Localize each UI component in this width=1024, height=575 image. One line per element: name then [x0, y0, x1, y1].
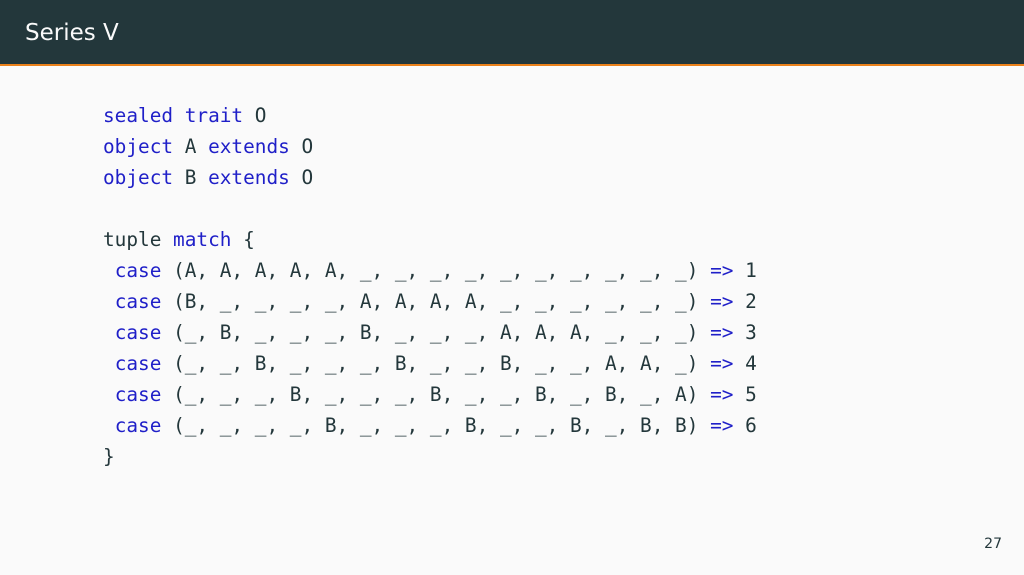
- slide-header: Series V: [0, 0, 1024, 66]
- code-token: {: [231, 228, 255, 251]
- code-token: (A, A, A, A, A, _, _, _, _, _, _, _, _, …: [161, 259, 711, 282]
- page-number: 27: [984, 536, 1002, 552]
- code-token: O: [289, 166, 314, 189]
- code-keyword: extends: [208, 166, 290, 189]
- code-keyword: case: [114, 321, 162, 344]
- code-line: case (_, _, B, _, _, _, B, _, _, B, _, _…: [103, 348, 757, 379]
- code-token: O: [289, 135, 314, 158]
- code-keyword: =>: [710, 383, 734, 406]
- code-line: case (_, B, _, _, _, B, _, _, _, A, A, A…: [103, 317, 757, 348]
- code-keyword: match: [173, 228, 232, 251]
- code-line: case (B, _, _, _, _, A, A, A, A, _, _, _…: [103, 286, 757, 317]
- code-line: object A extends O: [103, 131, 757, 162]
- code-token: (_, B, _, _, _, B, _, _, _, A, A, A, _, …: [161, 321, 711, 344]
- code-token: 2: [733, 290, 757, 313]
- code-keyword: case: [114, 383, 162, 406]
- code-token: (_, _, _, _, B, _, _, _, B, _, _, B, _, …: [161, 414, 711, 437]
- code-line: tuple match {: [103, 224, 757, 255]
- code-line: sealed trait O: [103, 100, 757, 131]
- code-keyword: case: [114, 352, 162, 375]
- code-keyword: object: [103, 166, 174, 189]
- code-keyword: =>: [710, 259, 734, 282]
- code-keyword: =>: [710, 414, 734, 437]
- code-keyword: =>: [710, 321, 734, 344]
- code-line: case (_, _, _, B, _, _, _, B, _, _, B, _…: [103, 379, 757, 410]
- code-keyword: trait: [184, 104, 244, 127]
- code-keyword: case: [114, 259, 162, 282]
- code-token: tuple: [103, 228, 174, 251]
- code-token: (_, _, _, B, _, _, _, B, _, _, B, _, B, …: [161, 383, 711, 406]
- code-keyword: object: [103, 135, 174, 158]
- code-keyword: sealed: [103, 104, 174, 127]
- code-block: sealed trait Oobject A extends Oobject B…: [103, 100, 757, 472]
- code-token: (_, _, B, _, _, _, B, _, _, B, _, _, A, …: [161, 352, 711, 375]
- code-line: object B extends O: [103, 162, 757, 193]
- code-token: B: [173, 166, 209, 189]
- code-token: A: [173, 135, 209, 158]
- code-token: 4: [733, 352, 757, 375]
- code-line: }: [103, 441, 757, 472]
- code-token: O: [243, 104, 267, 127]
- code-token: 1: [733, 259, 757, 282]
- code-keyword: case: [114, 414, 162, 437]
- code-token: 6: [733, 414, 757, 437]
- slide-title: Series V: [25, 20, 119, 46]
- code-line: case (_, _, _, _, B, _, _, _, B, _, _, B…: [103, 410, 757, 441]
- code-token: 5: [733, 383, 757, 406]
- code-token: 3: [733, 321, 757, 344]
- code-token: }: [103, 445, 115, 468]
- code-keyword: extends: [208, 135, 290, 158]
- code-keyword: =>: [710, 352, 734, 375]
- code-keyword: =>: [710, 290, 734, 313]
- code-keyword: case: [114, 290, 162, 313]
- code-token: (B, _, _, _, _, A, A, A, A, _, _, _, _, …: [161, 290, 711, 313]
- code-line: case (A, A, A, A, A, _, _, _, _, _, _, _…: [103, 255, 757, 286]
